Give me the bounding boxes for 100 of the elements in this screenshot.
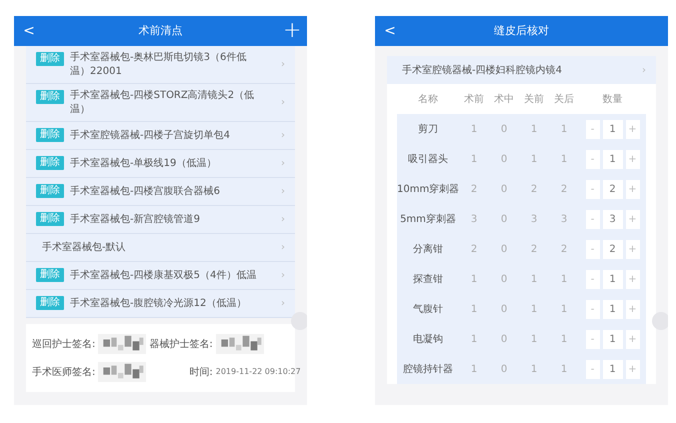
table-cell-text: 腔镜持针器 bbox=[402, 362, 454, 376]
chevron-icon: › bbox=[281, 128, 285, 142]
table-cell-text: 0 bbox=[500, 122, 508, 136]
item-name: 手术室器械包-单极线19（低温） bbox=[70, 156, 218, 170]
list-item[interactable]: 删除 手术室器械包-新宫腔镜管道9 › bbox=[26, 206, 295, 234]
delete-button[interactable]: 删除 bbox=[36, 268, 64, 282]
minus-button[interactable]: - bbox=[586, 240, 600, 258]
delete-button[interactable]: 删除 bbox=[36, 52, 64, 66]
chevron-icon: › bbox=[281, 184, 285, 198]
quantity-field[interactable]: 1 bbox=[602, 150, 622, 168]
delete-button[interactable]: 删除 bbox=[36, 90, 64, 104]
quantity-field[interactable]: 3 bbox=[602, 210, 622, 228]
list-item[interactable]: 删除 手术室器械包-腹腔镜冷光源12（低温） › bbox=[26, 290, 295, 318]
table-cell-text: 2 bbox=[530, 182, 538, 196]
list-item[interactable]: 删除 手术室器械包-单极线19（低温） › bbox=[26, 150, 295, 178]
minus-button[interactable]: - bbox=[586, 180, 600, 198]
package-bar[interactable]: 手术室腔镜器械-四楼妇科腔镜内镜4 › bbox=[387, 56, 656, 84]
list-item[interactable]: 删除 手术室腔镜器械-四楼子宫旋切单包4 › bbox=[26, 122, 295, 150]
table-cell-text: 0 bbox=[500, 362, 508, 376]
time-label: 时间: bbox=[188, 366, 213, 380]
table-cell-text: 3 bbox=[470, 212, 478, 226]
quantity-field[interactable]: 1 bbox=[602, 330, 622, 348]
table-cell-text: 1 bbox=[560, 302, 568, 316]
quantity-field[interactable]: 1 bbox=[602, 360, 622, 378]
quantity-field[interactable]: 1 bbox=[602, 120, 622, 138]
table-cell-text: 吸引器头 bbox=[407, 152, 449, 166]
table-cell-text: 分离钳 bbox=[412, 242, 444, 256]
item-name: 手术室器械包-奥林巴斯电切镜3（6件低温）22001 bbox=[70, 51, 248, 78]
minus-button[interactable]: - bbox=[586, 330, 600, 348]
list-item[interactable]: 删除 手术室器械包-奥林巴斯电切镜3（6件低温）22001 › bbox=[26, 46, 295, 84]
table-cell-text: 剪刀 bbox=[417, 122, 439, 136]
table-cell-text: 1 bbox=[530, 272, 538, 286]
plus-button[interactable]: + bbox=[626, 120, 640, 138]
table-cell-text: 0 bbox=[500, 152, 508, 166]
item-name: 手术室器械包-默认 bbox=[41, 240, 127, 254]
table-cell-text: 1 bbox=[560, 332, 568, 346]
quantity-field[interactable]: 1 bbox=[602, 270, 622, 288]
list-item[interactable]: 删除 手术室器械包-四楼宫腹联合器械6 › bbox=[26, 178, 295, 206]
plus-button[interactable]: + bbox=[626, 180, 640, 198]
scroll-indicator-icon bbox=[652, 312, 668, 330]
delete-button[interactable]: 删除 bbox=[36, 184, 64, 198]
table-cell-text: 0 bbox=[500, 182, 508, 196]
chevron-icon: › bbox=[642, 62, 646, 78]
back-button[interactable]: < bbox=[381, 24, 399, 38]
quantity-field[interactable]: 1 bbox=[602, 300, 622, 318]
quantity-field[interactable]: 2 bbox=[602, 240, 622, 258]
column-header: 名称 bbox=[417, 92, 439, 106]
delete-button[interactable]: 删除 bbox=[36, 156, 64, 170]
signature-label: 手术医师签名: bbox=[32, 366, 96, 380]
minus-button[interactable]: - bbox=[586, 210, 600, 228]
time-value: 2019-11-22 09:10:27 bbox=[216, 366, 301, 378]
item-name: 手术室腔镜器械-四楼子宫旋切单包4 bbox=[70, 128, 231, 142]
table-cell-text: 电凝钩 bbox=[412, 332, 444, 346]
plus-button[interactable]: + bbox=[626, 150, 640, 168]
table-cell-text: 探查钳 bbox=[412, 272, 444, 286]
table-cell-text: 10mm穿刺器 bbox=[397, 182, 459, 196]
package-name: 手术室腔镜器械-四楼妇科腔镜内镜4 bbox=[401, 64, 563, 78]
table-cell-text: 1 bbox=[530, 152, 538, 166]
column-header: 术中 bbox=[493, 92, 515, 106]
delete-button[interactable]: 删除 bbox=[36, 128, 64, 142]
table-cell-text: 1 bbox=[560, 122, 568, 136]
table-cell-text: 1 bbox=[470, 362, 478, 376]
item-name: 手术室器械包-四楼康基双极5（4件）低温 bbox=[70, 268, 258, 282]
list-item[interactable]: 删除 手术室器械包-四楼STORZ高清镜头2（低温） › bbox=[26, 84, 295, 122]
chevron-icon: › bbox=[281, 296, 285, 310]
plus-button[interactable]: + bbox=[626, 210, 640, 228]
minus-button[interactable]: - bbox=[586, 360, 600, 378]
table-cell-text: 气腹针 bbox=[412, 302, 444, 316]
minus-button[interactable]: - bbox=[586, 300, 600, 318]
delete-button[interactable]: 删除 bbox=[36, 212, 64, 226]
column-header: 数量 bbox=[602, 92, 624, 106]
item-name: 手术室器械包-四楼宫腹联合器械6 bbox=[70, 184, 221, 198]
item-name: 手术室器械包-四楼STORZ高清镜头2（低温） bbox=[70, 89, 256, 116]
chevron-icon: › bbox=[281, 212, 285, 226]
table-cell-text: 0 bbox=[500, 242, 508, 256]
delete-button[interactable]: 删除 bbox=[36, 296, 64, 310]
list-item[interactable]: 手术室器械包-默认 › bbox=[26, 234, 295, 262]
add-button[interactable]: + bbox=[283, 20, 301, 42]
screen-title: 术前清点 bbox=[138, 22, 184, 39]
plus-button[interactable]: + bbox=[626, 240, 640, 258]
table-cell-text: 1 bbox=[470, 272, 478, 286]
plus-button[interactable]: + bbox=[626, 330, 640, 348]
list-item[interactable]: 删除 手术室器械包-四楼康基双极5（4件）低温 › bbox=[26, 262, 295, 290]
item-name: 手术室器械包-新宫腔镜管道9 bbox=[70, 212, 201, 226]
quantity-field[interactable]: 2 bbox=[602, 180, 622, 198]
back-button[interactable]: < bbox=[20, 24, 38, 38]
chevron-icon: › bbox=[281, 96, 285, 110]
table-cell-text: 1 bbox=[530, 302, 538, 316]
table-cell-text: 0 bbox=[500, 212, 508, 226]
minus-button[interactable]: - bbox=[586, 150, 600, 168]
table-cell-text: 0 bbox=[500, 332, 508, 346]
table-cell-text: 3 bbox=[530, 212, 538, 226]
minus-button[interactable]: - bbox=[586, 120, 600, 138]
table-cell-text: 1 bbox=[470, 302, 478, 316]
plus-button[interactable]: + bbox=[626, 360, 640, 378]
column-header: 术前 bbox=[463, 92, 485, 106]
plus-button[interactable]: + bbox=[626, 270, 640, 288]
minus-button[interactable]: - bbox=[586, 270, 600, 288]
signature-label: 器械护士签名: bbox=[149, 338, 213, 352]
plus-button[interactable]: + bbox=[626, 300, 640, 318]
